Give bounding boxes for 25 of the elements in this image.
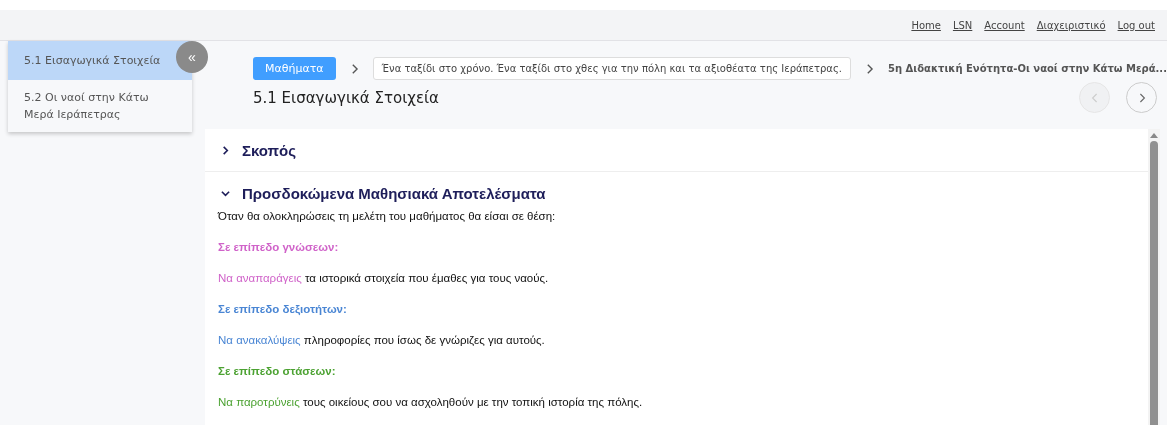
subheading: Σε επίπεδο γνώσεων: (218, 241, 340, 253)
subheading: Σε επίπεδο δεξιοτήτων: (218, 303, 348, 315)
header-link[interactable]: LSN (952, 19, 973, 31)
section-title[interactable]: Σκοπός (242, 141, 297, 159)
paragraph: Να παροτρύνεις τους οικείους σου να ασχοληθούν με την τοπική ιστορία της πόλης. (218, 396, 644, 408)
sidebar-item[interactable]: 5.2 Οι ναοί στην Κάτω Μερά Ιεράπετρας (8, 80, 192, 132)
breadcrumb-link[interactable]: Ένα ταξίδι στο χρόνο. Ένα ταξίδι στο χθες για την πόλη και τα αξιοθέατα της Ιεράπετρας. (372, 57, 851, 80)
breadcrumb-current: 5η Διδακτική Ενότητα-Οι ναοί στην Κάτω Μερά... (888, 63, 1167, 74)
header-link[interactable]: Διαχειριστικό (1036, 19, 1106, 31)
chevron-right-icon (865, 62, 874, 75)
page-title: 5.1 Εισαγωγικά Στοιχεία (253, 88, 439, 107)
next-button[interactable] (1126, 82, 1157, 113)
header-link[interactable]: Account (984, 19, 1025, 31)
paragraph: Όταν θα ολοκληρώσεις τη μελέτη του μαθήματος θα είσαι σε θέση: (218, 210, 557, 222)
header-link[interactable]: Log out (1117, 19, 1155, 31)
paragraph: Να ανακαλύψεις πληροφορίες που ίσως δε γνώριζες για αυτούς. (218, 334, 546, 346)
subheading: Σε επίπεδο στάσεων: (218, 365, 337, 377)
section-title[interactable]: Προσδοκώμενα Μαθησιακά Αποτελέσματα (242, 184, 546, 202)
chevron-down-icon[interactable] (221, 188, 230, 198)
chevron-left-icon (1090, 91, 1099, 104)
scrollbar[interactable] (1148, 129, 1160, 425)
chevron-right-icon[interactable] (221, 145, 230, 155)
chevron-right-icon (1137, 91, 1146, 104)
header-link[interactable]: Home (911, 19, 941, 31)
paragraph: Να αναπαράγεις τα ιστορικά στοιχεία που έμαθες για τους ναούς. (218, 272, 550, 284)
